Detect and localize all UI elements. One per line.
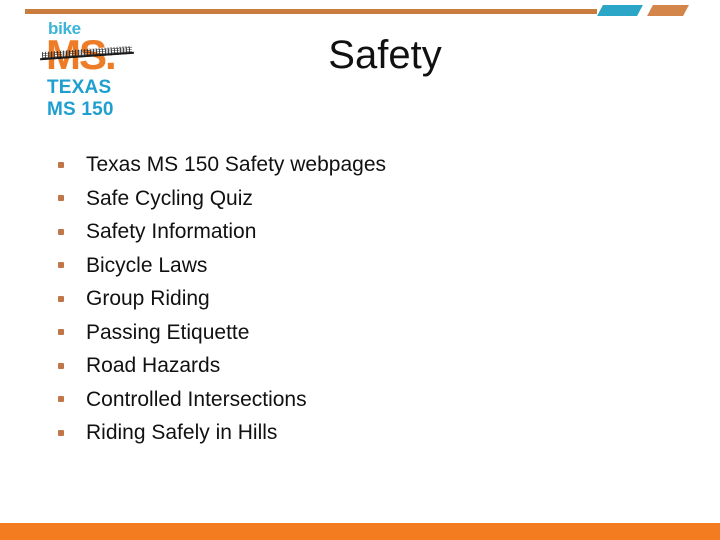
list-item-label: Road Hazards (86, 354, 221, 378)
bullet-marker-icon (58, 362, 64, 369)
list-item-label: Passing Etiquette (86, 320, 250, 344)
list-item-label: Safety Information (86, 220, 257, 244)
list-item[interactable]: Safety Information (50, 215, 650, 249)
bullet-marker-icon (58, 195, 64, 202)
list-item[interactable]: Riding Safely in Hills (50, 416, 650, 450)
list-item[interactable]: Safe Cycling Quiz (50, 182, 650, 216)
bottom-accent-bar (0, 523, 720, 540)
list-item[interactable]: Group Riding (50, 282, 650, 316)
list-item[interactable]: Bicycle Laws (50, 249, 650, 283)
list-item[interactable]: Texas MS 150 Safety webpages (50, 148, 650, 182)
top-decoration-bar (0, 0, 720, 22)
list-item-label: Texas MS 150 Safety webpages (86, 153, 387, 177)
bullet-marker-icon (58, 228, 64, 235)
list-item-label: Controlled Intersections (86, 387, 307, 411)
bullet-marker-icon (58, 262, 64, 269)
list-item-label: Safe Cycling Quiz (86, 186, 253, 210)
top-slash-orange-shape (647, 5, 689, 16)
top-slash-blue-shape (597, 5, 643, 16)
bullet-marker-icon (58, 161, 64, 168)
bullet-marker-icon (58, 396, 64, 403)
list-item[interactable]: Road Hazards (50, 349, 650, 383)
top-rule-line (25, 9, 597, 14)
list-item[interactable]: Passing Etiquette (50, 316, 650, 350)
bullet-marker-icon (58, 295, 64, 302)
bullet-marker-icon (58, 429, 64, 436)
page-title: Safety (328, 33, 442, 77)
presentation-slide: bike MS. TEXAS MS 150 Safety Texas MS 15… (0, 0, 720, 540)
list-item[interactable]: Controlled Intersections (50, 383, 650, 417)
logo-ms-wordmark: MS. (40, 34, 142, 78)
bike-ms-texas-logo: bike MS. TEXAS MS 150 (40, 20, 146, 120)
bullet-list: Texas MS 150 Safety webpages Safe Cyclin… (50, 148, 650, 450)
list-item-label: Riding Safely in Hills (86, 421, 278, 445)
bullet-marker-icon (58, 329, 64, 336)
list-item-label: Group Riding (86, 287, 210, 311)
logo-ms150-text: MS 150 (47, 99, 114, 120)
logo-texas-text: TEXAS (47, 77, 112, 98)
list-item-label: Bicycle Laws (86, 253, 208, 277)
